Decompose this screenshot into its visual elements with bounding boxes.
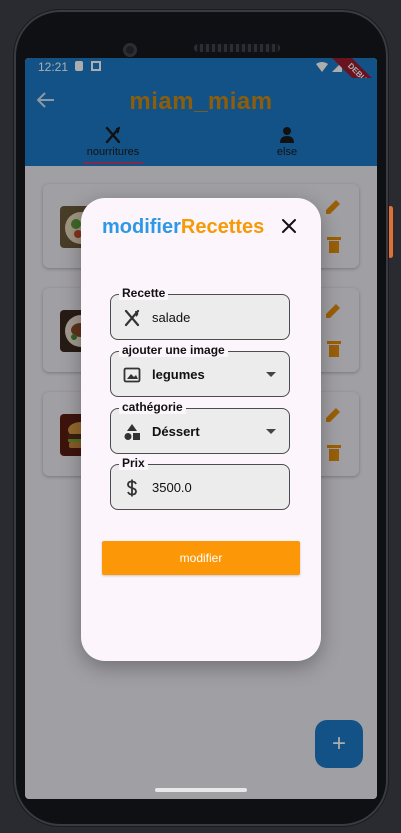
phone-side-button	[388, 206, 393, 258]
fork-knife-icon	[124, 309, 140, 327]
field-label: cathégorie	[119, 400, 186, 414]
dollar-icon	[127, 479, 137, 497]
field-label: Prix	[119, 456, 148, 470]
prix-value: 3500.0	[152, 480, 192, 495]
shapes-icon	[124, 424, 140, 440]
prix-field[interactable]: Prix 3500.0	[110, 456, 290, 510]
field-label: ajouter une image	[119, 343, 228, 357]
image-dropdown[interactable]: ajouter une image legumes	[110, 343, 290, 397]
recette-field[interactable]: Recette salade	[110, 286, 290, 340]
image-value: legumes	[152, 367, 205, 382]
categorie-value: Déssert	[152, 424, 200, 439]
edit-recipe-dialog: modifierRecettes Recette salade ajouter …	[81, 198, 321, 661]
modifier-button[interactable]: modifier	[102, 541, 300, 575]
close-icon[interactable]	[281, 218, 297, 234]
app-screen: 12:21 DEBUG miam_miam nourritures else +…	[25, 58, 377, 799]
earpiece-speaker	[194, 44, 280, 52]
image-icon	[123, 367, 141, 383]
field-label: Recette	[119, 286, 169, 300]
chevron-down-icon	[266, 372, 276, 377]
dialog-title: modifierRecettes	[102, 216, 265, 238]
home-indicator[interactable]	[155, 788, 247, 792]
front-camera	[123, 43, 137, 57]
categorie-dropdown[interactable]: cathégorie Déssert	[110, 400, 290, 454]
chevron-down-icon	[266, 429, 276, 434]
recette-value: salade	[152, 310, 191, 325]
